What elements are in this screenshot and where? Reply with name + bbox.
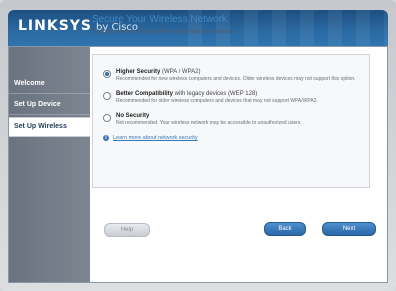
- sidebar-item-welcome[interactable]: Welcome: [9, 75, 90, 94]
- sidebar: Welcome Set Up Device Set Up Wireless: [9, 47, 90, 282]
- info-icon: i: [103, 135, 109, 141]
- option-title: Better Compatibility: [116, 91, 174, 97]
- sidebar-item-set-up-device[interactable]: Set Up Device: [9, 96, 90, 115]
- help-button[interactable]: Help: [104, 223, 150, 237]
- option-better-compatibility[interactable]: Better Compatibility with legacy devices…: [103, 91, 359, 104]
- radio-better-compatibility[interactable]: [103, 92, 111, 100]
- option-title: No Security: [116, 113, 150, 119]
- radio-higher-security[interactable]: [103, 70, 111, 78]
- page-subtitle: Choose the level of security for your wi…: [92, 29, 236, 35]
- option-title: Higher Security: [116, 69, 161, 75]
- installer-window: LINKSYS by Cisco Welcome Set Up Device Se…: [0, 0, 396, 291]
- sidebar-item-set-up-wireless[interactable]: Set Up Wireless: [9, 117, 90, 137]
- option-description: Recommended for new wireless computers a…: [116, 76, 356, 82]
- security-options-panel: Higher Security (WPA / WPA2) Recommended…: [92, 54, 370, 188]
- logo-text: LINKSYS: [18, 18, 92, 34]
- main-content: Secure Your Wireless Network Choose the …: [92, 14, 372, 45]
- option-suffix: with legacy devices (WEP 128): [173, 91, 258, 97]
- option-description: Recommended for older wireless computers…: [116, 98, 318, 104]
- back-button[interactable]: Back: [264, 222, 306, 236]
- radio-no-security[interactable]: [103, 114, 111, 122]
- learn-more-link[interactable]: i Learn more about network security: [103, 135, 359, 141]
- page-title: Secure Your Wireless Network: [92, 14, 228, 25]
- option-higher-security[interactable]: Higher Security (WPA / WPA2) Recommended…: [103, 69, 359, 82]
- option-suffix: (WPA / WPA2): [160, 69, 201, 75]
- option-no-security[interactable]: No Security Not recommended. Your wirele…: [103, 113, 359, 126]
- learn-more-label[interactable]: Learn more about network security: [113, 135, 198, 141]
- next-button[interactable]: Next: [322, 222, 376, 236]
- option-description: Not recommended. Your wireless network m…: [116, 120, 302, 126]
